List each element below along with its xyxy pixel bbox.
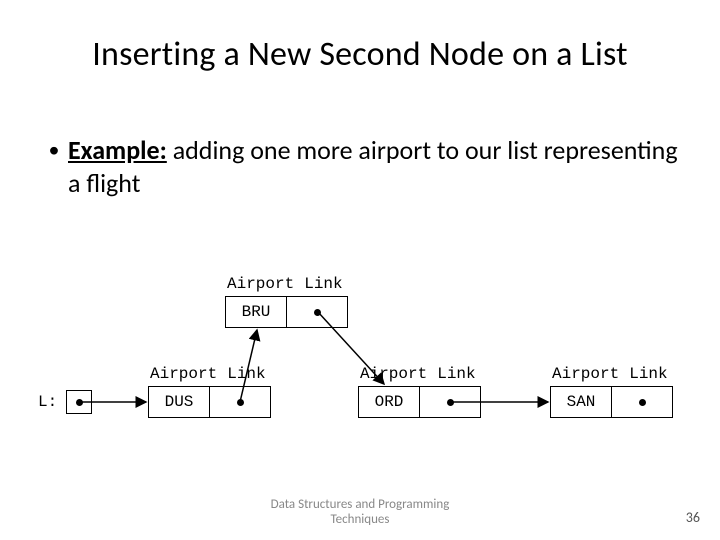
node3-airport: SAN xyxy=(551,387,611,417)
node3: SAN xyxy=(550,386,673,418)
footer-line1: Data Structures and Programming xyxy=(271,497,450,512)
node2-airport: ORD xyxy=(359,387,419,417)
bullet-text: Example: adding one more airport to our … xyxy=(68,134,680,199)
label-airport: Airport xyxy=(227,275,294,293)
node-new-airport: BRU xyxy=(226,297,286,327)
slide-title: Inserting a New Second Node on a List xyxy=(0,34,720,75)
label-link: Link xyxy=(437,365,475,383)
node3-header: Airport Link xyxy=(552,365,668,383)
node1-link-dot xyxy=(237,399,244,406)
head-dot xyxy=(76,399,83,406)
label-airport: Airport xyxy=(360,365,427,383)
label-link: Link xyxy=(304,275,342,293)
node2: ORD xyxy=(358,386,481,418)
node-new-link-dot xyxy=(314,309,321,316)
node-new-linkcell xyxy=(287,297,347,327)
arrows-layer xyxy=(0,0,720,540)
bullet-dot: • xyxy=(40,134,68,199)
label-link: Link xyxy=(629,365,667,383)
head-box xyxy=(66,390,92,414)
page-number: 36 xyxy=(686,509,700,526)
node1-airport: DUS xyxy=(149,387,209,417)
footer-line2: Techniques xyxy=(330,512,389,527)
body-text: • Example: adding one more airport to ou… xyxy=(40,134,680,199)
node-new: BRU xyxy=(225,296,348,328)
node3-linkcell xyxy=(612,387,672,417)
node2-link-dot xyxy=(447,399,454,406)
head-label: L: xyxy=(38,393,57,411)
label-airport: Airport xyxy=(552,365,619,383)
node-new-header: Airport Link xyxy=(227,275,343,293)
node3-link-dot xyxy=(639,399,646,406)
node1: DUS xyxy=(148,386,271,418)
slide: Inserting a New Second Node on a List • … xyxy=(0,0,720,540)
node2-linkcell xyxy=(420,387,480,417)
node1-linkcell xyxy=(210,387,270,417)
bullet-lead: Example: xyxy=(68,134,167,166)
label-airport: Airport xyxy=(150,365,217,383)
label-link: Link xyxy=(227,365,265,383)
node1-header: Airport Link xyxy=(150,365,266,383)
footer: Data Structures and Programming Techniqu… xyxy=(0,497,720,528)
node2-header: Airport Link xyxy=(360,365,476,383)
